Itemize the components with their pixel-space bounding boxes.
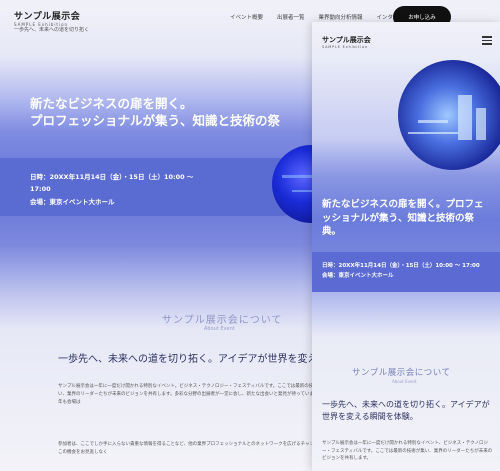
main-nav: イベント概要 出展者一覧 業界動向分析情報 インタビュー: [230, 13, 410, 21]
logo-title: サンプル展示会: [14, 12, 81, 22]
about-lead: 一歩先へ、未来への道を切り拓く。アイデアが世界を変え: [58, 354, 318, 365]
mobile-event-venue: 会場：東京イベント大ホール: [322, 272, 394, 279]
nav-item-trends[interactable]: 業界動向分析情報: [319, 13, 363, 21]
event-date-line-2: 17:00: [30, 185, 51, 193]
mobile-about-body: サンプル展示会は一年に一度だけ開かれる特別なイベント、ビジネス・テクノロジー・フ…: [322, 441, 493, 461]
about-body-2: 参加者は、ここでしか手に入らない貴重な情報を得ることなど、他の業界プロフェッショ…: [58, 442, 328, 455]
tagline: 一歩先へ、未来への道を切り拓く: [14, 27, 90, 33]
event-date: 日時：20XX年11月14日（金）・15日（土）10:00 〜 17:00: [30, 171, 193, 195]
mobile-event-date: 日時：20XX年11月14日（金）・15日（土）10:00 〜 17:00: [322, 263, 480, 269]
mobile-view: サンプル展示会 SAMPLE Exhibition 新たなビジネスの扉を開く。プ…: [312, 22, 500, 471]
mobile-logo[interactable]: サンプル展示会 SAMPLE Exhibition: [322, 35, 371, 49]
event-venue: 会場：東京イベント大ホール: [30, 198, 115, 206]
mobile-logo-subtitle: SAMPLE Exhibition: [322, 45, 369, 49]
mobile-hero-photo: [398, 60, 500, 170]
about-subheading: About Event: [204, 326, 235, 332]
about-body: サンプル展示会は一年に一度だけ開かれる特別なイベント。ビジネス・テクノロジー・フ…: [58, 384, 327, 405]
hamburger-menu-icon[interactable]: [482, 34, 494, 46]
nav-item-overview[interactable]: イベント概要: [230, 13, 263, 21]
mobile-hero-title: 新たなビジネスの扉を開く。プロフェッショナルが集う、知識と技術の祭典。: [322, 199, 484, 237]
hero-title-line-1: 新たなビジネスの扉を開く。: [30, 96, 193, 111]
nav-item-exhibitors[interactable]: 出展者一覧: [277, 13, 305, 21]
site-logo[interactable]: サンプル展示会 SAMPLE Exhibition: [14, 9, 80, 27]
mobile-about-heading: サンプル展示会について: [352, 368, 451, 378]
mobile-event-info: 日時：20XX年11月14日（金）・15日（土）10:00 〜 17:00 会場…: [322, 262, 480, 281]
mobile-about-lead: 一歩先へ、未来への道を切り拓く。アイデアが世界を変える瞬間を体験。: [322, 400, 490, 421]
hero-title-line-2: プロフェッショナルが集う、知識と技術の祭: [30, 113, 281, 128]
about-heading: サンプル展示会について: [162, 315, 283, 326]
mobile-logo-title: サンプル展示会: [322, 36, 371, 44]
event-date-line-1: 日時：20XX年11月14日（金）・15日（土）10:00 〜: [30, 173, 194, 181]
mobile-about-subheading: About Event: [392, 379, 417, 384]
hero-title: 新たなビジネスの扉を開く。 プロフェッショナルが集う、知識と技術の祭: [30, 95, 280, 129]
